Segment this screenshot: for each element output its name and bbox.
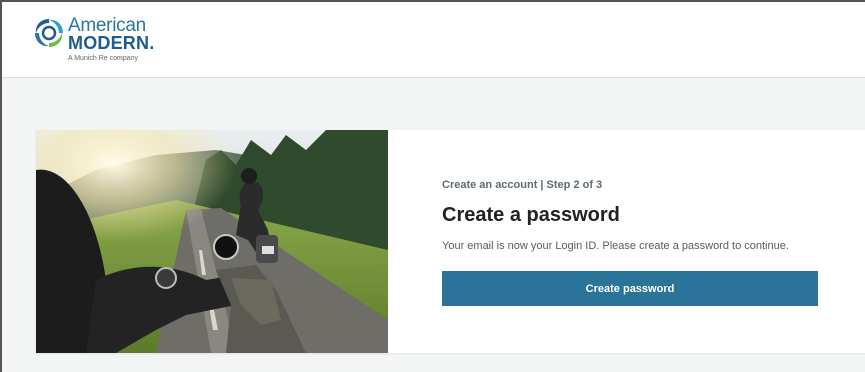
- hero-illustration: [36, 130, 388, 353]
- brand-tagline: A Munich Re company: [68, 55, 139, 62]
- signup-content: Create an account | Step 2 of 3 Create a…: [442, 178, 842, 306]
- instruction-text: Your email is now your Login ID. Please …: [442, 240, 789, 252]
- swirl-logo-icon: [35, 19, 63, 47]
- browser-viewport: American MODERN. A Munich Re company Cre…: [0, 0, 865, 372]
- site-header: American MODERN. A Munich Re company: [2, 2, 865, 78]
- brand-name-line2: MODERN.: [68, 33, 155, 53]
- motorcycle-road-photo: [36, 130, 388, 353]
- signup-card: Create an account | Step 2 of 3 Create a…: [36, 130, 865, 353]
- page-title: Create a password: [442, 204, 620, 226]
- brand-logo[interactable]: American MODERN. A Munich Re company: [32, 16, 162, 66]
- step-indicator: Create an account | Step 2 of 3: [442, 179, 603, 191]
- create-password-button[interactable]: Create password: [442, 271, 818, 306]
